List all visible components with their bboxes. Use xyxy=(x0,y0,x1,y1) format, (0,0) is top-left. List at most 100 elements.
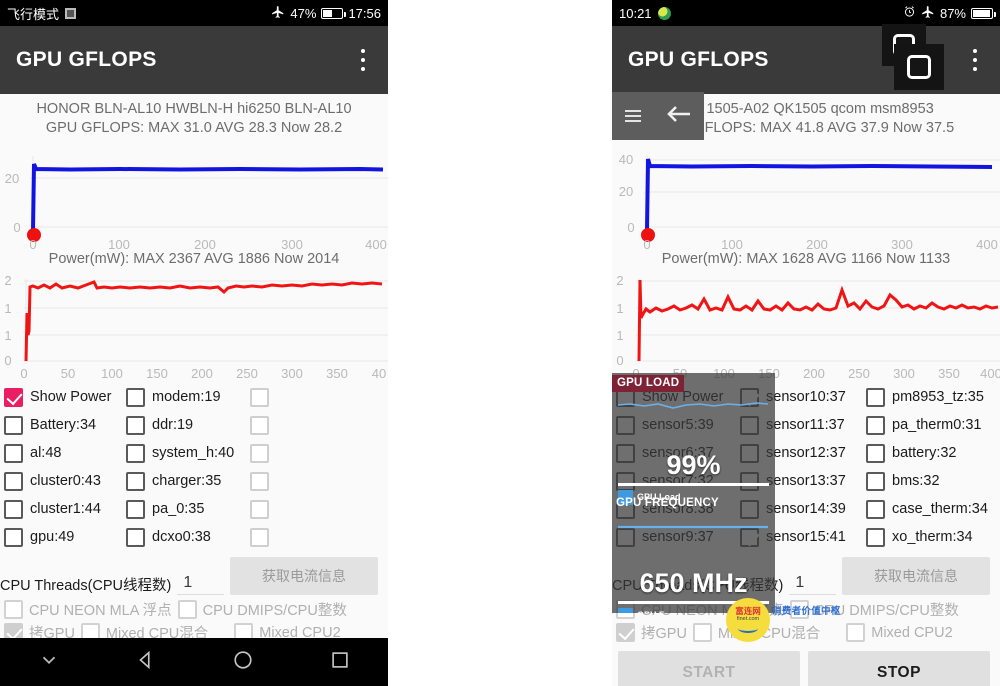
svg-text:40: 40 xyxy=(372,366,386,381)
dcxo0-38-checkbox[interactable] xyxy=(126,527,145,547)
svg-text:400: 400 xyxy=(980,366,1000,381)
svg-text:100: 100 xyxy=(721,237,743,252)
mixed-cpu-checkbox[interactable] xyxy=(692,623,712,642)
checkbox-label: sensor14:39 xyxy=(766,501,846,517)
threads-input[interactable]: 1 xyxy=(177,574,224,595)
svg-text:40: 40 xyxy=(619,152,633,167)
fetch-current-button[interactable]: 获取电流信息 xyxy=(842,557,990,595)
start-button[interactable]: START xyxy=(618,651,800,686)
checkbox-row xyxy=(250,467,388,495)
left-power-stats: Power(mW): MAX 2367 AVG 1886 Now 2014 xyxy=(48,251,340,267)
checkbox-row: case_therm:34 xyxy=(866,495,1000,523)
pa-0-35-checkbox[interactable] xyxy=(126,499,145,519)
left-nav-bar xyxy=(0,638,388,686)
home-circle-icon[interactable] xyxy=(232,649,254,676)
gpu-load-tag: GPU LOAD xyxy=(612,375,685,392)
left-content: HONOR BLN-AL10 HWBLN-H hi6250 BLN-AL10 G… xyxy=(0,94,388,686)
svg-text:200: 200 xyxy=(194,237,216,252)
battery-icon xyxy=(321,7,347,19)
svg-text:0: 0 xyxy=(4,353,11,368)
checkbox-label: sensor12:37 xyxy=(766,445,846,461)
left-options-row-1: CPU NEON MLA 浮点 CPU DMIPS/CPU整数 xyxy=(0,595,384,620)
svg-text:0: 0 xyxy=(627,220,634,235)
xo-therm-34-checkbox[interactable] xyxy=(866,527,885,547)
mixed-cpu2-checkbox[interactable] xyxy=(846,623,866,642)
watermark: 富连网 finet.com 消费者价值中枢 xyxy=(726,598,841,642)
right-gflops-chart: 40 20 0 0 100 200 300 400 xyxy=(612,142,1000,252)
fetch-current-button[interactable]: 获取电流信息 xyxy=(230,557,378,595)
modem-19-checkbox[interactable] xyxy=(126,387,145,407)
right-power-stats: Power(mW): MAX 1628 AVG 1166 Now 1133 xyxy=(661,251,951,267)
recording-indicator-2[interactable] xyxy=(894,44,944,90)
cluster0-43-checkbox[interactable] xyxy=(4,471,23,491)
svg-text:200: 200 xyxy=(806,237,828,252)
cpu-dmips-checkbox[interactable] xyxy=(177,600,197,619)
gpu-frequency-legend-label: GPU Frequency xyxy=(637,610,705,613)
left-phone-screenshot: 飞行模式 47% 17:56 GPU GFLOPS HONOR BLN-AL10… xyxy=(0,0,388,686)
svg-text:50: 50 xyxy=(61,366,75,381)
checkbox-label: Battery:34 xyxy=(30,417,97,433)
al-48-checkbox[interactable] xyxy=(4,443,23,463)
overflow-menu-icon[interactable] xyxy=(354,49,372,71)
back-triangle-icon[interactable] xyxy=(135,649,157,676)
bms-32-checkbox[interactable] xyxy=(866,471,885,491)
cpu-neon-checkbox[interactable] xyxy=(4,600,23,619)
empty-1-2-checkbox xyxy=(250,415,269,435)
checkbox-label: case_therm:34 xyxy=(892,501,988,517)
pm8953-tz-35-checkbox[interactable] xyxy=(866,387,885,407)
gpu-frequency-sparkline xyxy=(618,525,768,529)
battery-32-checkbox[interactable] xyxy=(866,443,885,463)
stop-button[interactable]: STOP xyxy=(808,651,990,686)
checkbox-row: Show Power xyxy=(4,383,126,411)
checkbox-label: pa_0:35 xyxy=(152,501,205,517)
checkbox-row: bms:32 xyxy=(866,467,1000,495)
chevron-down-icon[interactable] xyxy=(38,649,60,676)
checkbox-row xyxy=(250,383,388,411)
empty-0-2-checkbox xyxy=(250,387,269,407)
checkbox-label: sensor11:37 xyxy=(766,417,845,433)
system-h-40-checkbox[interactable] xyxy=(126,443,145,463)
checkbox-row: modem:19 xyxy=(126,383,250,411)
battery-34-checkbox[interactable] xyxy=(4,415,23,435)
empty-5-2-checkbox xyxy=(250,527,269,547)
left-device-line: HONOR BLN-AL10 HWBLN-H hi6250 BLN-AL10 xyxy=(36,101,352,117)
checkbox-label: bms:32 xyxy=(892,473,940,489)
ddr-19-checkbox[interactable] xyxy=(126,415,145,435)
cpu-dmips-label: CPU DMIPS/CPU整数 xyxy=(202,603,347,619)
back-arrow-icon[interactable] xyxy=(666,104,692,129)
right-phone-screenshot: 10:21 87% GPU GFLOPS 360 1505-A02 QK1505… xyxy=(612,0,1000,686)
svg-text:100: 100 xyxy=(108,237,130,252)
svg-text:150: 150 xyxy=(146,366,168,381)
alarm-clock-icon xyxy=(903,5,916,21)
right-status-bar: 10:21 87% xyxy=(612,0,1000,26)
gpu-49-checkbox[interactable] xyxy=(4,527,23,547)
overflow-menu-icon[interactable] xyxy=(966,49,984,71)
svg-text:200: 200 xyxy=(803,366,825,381)
svg-text:350: 350 xyxy=(326,366,348,381)
left-app-bar: GPU GFLOPS xyxy=(0,26,388,94)
svg-text:400: 400 xyxy=(976,237,998,252)
battery-icon xyxy=(971,7,996,19)
svg-text:2: 2 xyxy=(4,273,11,288)
checkbox-label: al:48 xyxy=(30,445,62,461)
svg-text:0: 0 xyxy=(616,353,623,368)
svg-text:100: 100 xyxy=(101,366,123,381)
hamburger-menu-icon[interactable] xyxy=(624,109,641,123)
kao-gpu-checkbox[interactable] xyxy=(616,623,635,642)
checkbox-label: system_h:40 xyxy=(152,445,235,461)
threads-input[interactable]: 1 xyxy=(789,574,836,595)
cluster1-44-checkbox[interactable] xyxy=(4,499,23,519)
charger-35-checkbox[interactable] xyxy=(126,471,145,491)
checkbox-row: system_h:40 xyxy=(126,439,250,467)
gpu-frequency-section: GPU FREQUENCY 650 MHz GPU Frequency xyxy=(612,493,775,613)
airplane-mode-icon xyxy=(271,5,285,22)
checkbox-label: cluster0:43 xyxy=(30,473,101,489)
pa-therm0-31-checkbox[interactable] xyxy=(866,415,885,435)
checkbox-row: pa_0:35 xyxy=(126,495,250,523)
svg-text:250: 250 xyxy=(236,366,258,381)
gpu-stats-overlay[interactable]: GPU LOAD 99% GPU Load GPU FREQUENCY 650 … xyxy=(612,373,775,613)
show-power-checkbox[interactable] xyxy=(4,387,23,407)
checkbox-label: Show Power xyxy=(30,389,112,405)
case-therm-34-checkbox[interactable] xyxy=(866,499,885,519)
recents-square-icon[interactable] xyxy=(329,649,351,676)
